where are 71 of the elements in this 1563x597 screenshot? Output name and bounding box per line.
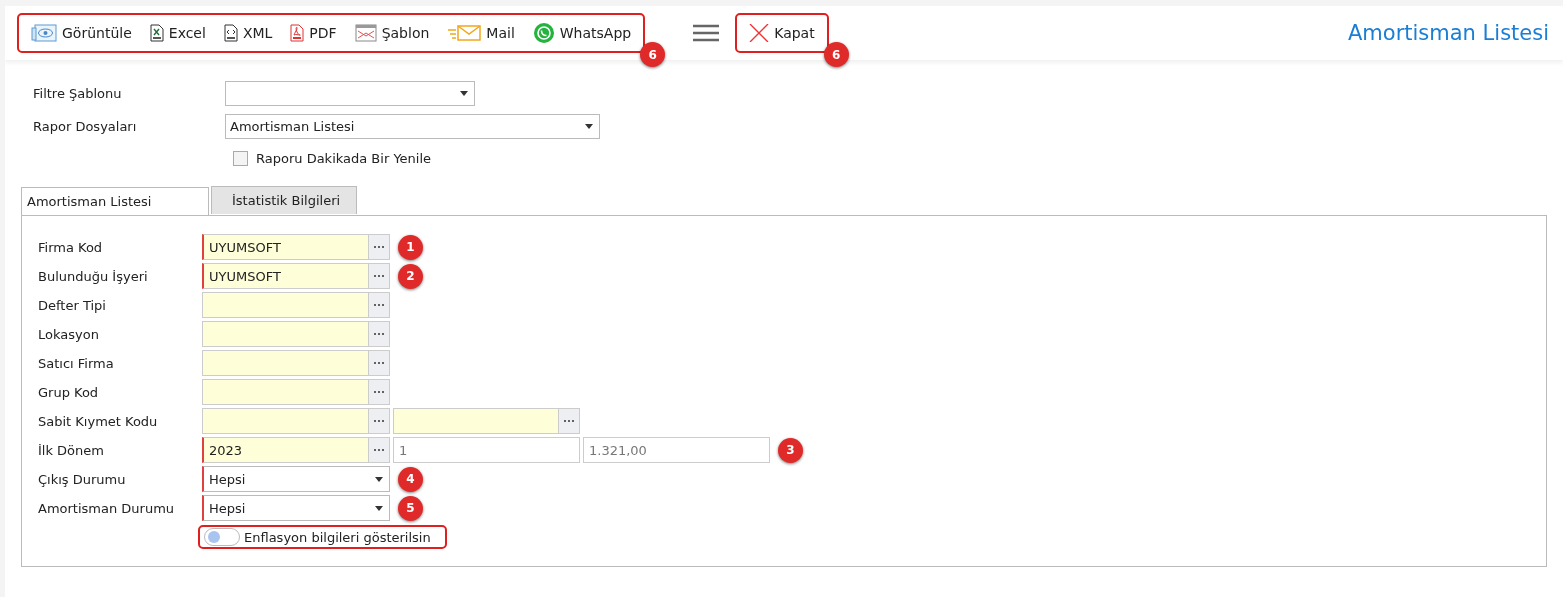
callout-number: 3 (778, 437, 803, 463)
input-field[interactable]: 1.321,00 (583, 437, 770, 463)
browse-button[interactable] (368, 350, 390, 376)
field-label: Grup Kod (38, 384, 100, 400)
field-label: Bulunduğu İşyeri (38, 268, 149, 284)
pdf-file-icon (290, 24, 305, 42)
toggle-switch[interactable] (204, 528, 240, 546)
caret-icon (460, 91, 468, 96)
input-field[interactable] (202, 379, 368, 405)
browse-button[interactable] (368, 263, 390, 289)
field-label: Sabit Kıymet Kodu (38, 413, 159, 429)
toolbar-button[interactable]: Mail (441, 19, 521, 47)
input-field[interactable] (202, 321, 368, 347)
browse-button[interactable] (368, 408, 390, 434)
toolbar-button[interactable]: XML (217, 19, 279, 47)
template-icon (354, 24, 377, 42)
callout-number: 4 (398, 466, 423, 492)
field-label: Defter Tipi (38, 297, 107, 313)
field-label: İlk Dönem (38, 442, 105, 458)
field-label: Firma Kod (38, 239, 104, 255)
browse-button[interactable] (368, 437, 390, 463)
checkbox[interactable] (233, 151, 248, 166)
toolbar-button[interactable]: Excel (143, 19, 212, 47)
input-field[interactable]: UYUMSOFT (202, 263, 368, 289)
field-label: Lokasyon (38, 326, 100, 342)
checkbox-label: Raporu Dakikada Bir Yenile (256, 151, 432, 166)
browse-button[interactable] (368, 379, 390, 405)
eye-icon (31, 24, 57, 42)
input-field[interactable] (393, 408, 558, 434)
field-label: Çıkış Durumu (38, 471, 127, 487)
page-title: Amortisman Listesi (1347, 21, 1549, 45)
whatsapp-icon (532, 22, 555, 44)
field-label: Amortisman Durumu (38, 500, 176, 516)
toolbar-button[interactable]: PDF (284, 19, 343, 47)
callout-number: 2 (398, 263, 423, 289)
xml-file-icon (223, 24, 238, 42)
toolbar-button[interactable]: Şablon (348, 19, 436, 47)
input-field[interactable]: 1 (393, 437, 580, 463)
mail-icon (447, 24, 482, 42)
dropdown[interactable]: Amortisman Listesi (225, 114, 600, 139)
close-button[interactable]: Kapat (743, 19, 821, 47)
input-field[interactable] (202, 408, 368, 434)
browse-button[interactable] (368, 292, 390, 318)
dropdown[interactable]: Hepsi (202, 466, 390, 492)
toggle-label: Enflasyon bilgileri gösterilsin (244, 529, 431, 545)
input-field[interactable]: UYUMSOFT (202, 234, 368, 260)
caret-icon (375, 505, 383, 511)
toolbar-button[interactable]: Görüntüle (25, 19, 138, 47)
browse-button[interactable] (368, 321, 390, 347)
caret-icon (375, 476, 383, 482)
field-label: Rapor Dosyaları (33, 119, 138, 134)
browse-button[interactable] (558, 408, 580, 434)
toolbar-button[interactable]: WhatsApp (526, 19, 638, 47)
callout-number: 6 (823, 42, 849, 67)
field-label: Filtre Şablonu (33, 86, 123, 101)
dropdown[interactable]: Hepsi (202, 495, 390, 521)
tab[interactable]: İstatistik Bilgileri (211, 186, 358, 214)
input-field[interactable] (202, 292, 368, 318)
tab[interactable]: Amortisman Listesi (21, 187, 209, 216)
browse-button[interactable] (368, 234, 390, 260)
menu-icon[interactable] (693, 24, 720, 42)
dropdown[interactable] (225, 81, 475, 106)
excel-file-icon (149, 24, 164, 42)
field-label: Satıcı Firma (38, 355, 115, 371)
caret-icon (585, 124, 593, 129)
input-field[interactable]: 2023 (202, 437, 368, 463)
input-field[interactable] (202, 350, 368, 376)
callout-number: 1 (398, 234, 423, 260)
callout-number: 5 (398, 495, 423, 521)
callout-number: 6 (640, 42, 666, 67)
close-icon (749, 24, 770, 42)
